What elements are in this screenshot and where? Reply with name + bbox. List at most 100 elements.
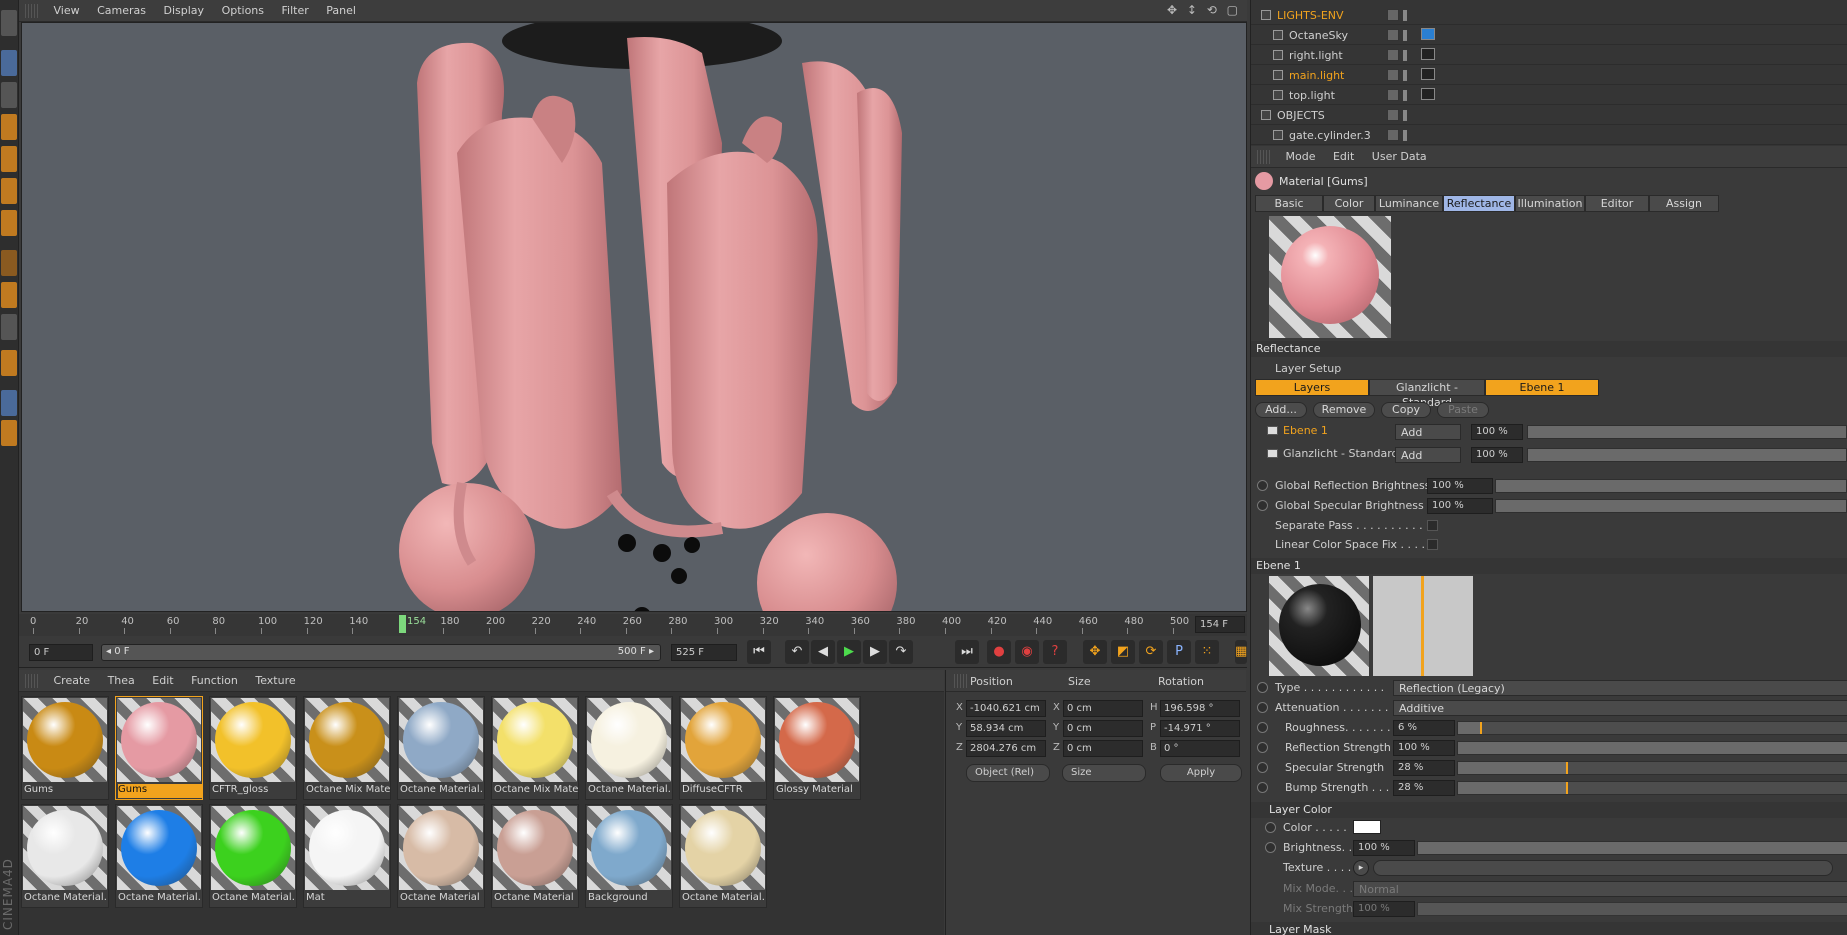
select-tool-icon[interactable]: [1, 50, 17, 76]
color-swatch[interactable]: [1353, 820, 1381, 834]
menu-mode[interactable]: Mode: [1279, 146, 1323, 168]
layer-mode-glanzlicht[interactable]: Add: [1395, 447, 1461, 463]
reflection-strength-field[interactable]: 100 %: [1393, 740, 1455, 756]
material-item[interactable]: CFTR_gloss: [209, 696, 297, 800]
size-x-field[interactable]: 0 cm: [1063, 700, 1143, 717]
menu-edit[interactable]: Edit: [1326, 146, 1361, 168]
visibility-dots-icon[interactable]: [1403, 30, 1407, 41]
light-tag-icon[interactable]: [1421, 68, 1435, 80]
magnet-icon[interactable]: [1, 350, 17, 376]
visibility-dots-icon[interactable]: [1403, 10, 1407, 21]
last-frame-button[interactable]: ⏭: [955, 640, 979, 664]
tab-basic[interactable]: Basic: [1255, 195, 1323, 212]
edges-mode-icon[interactable]: [1, 178, 17, 204]
rotate-key-icon[interactable]: ⟳: [1139, 640, 1163, 664]
help-button[interactable]: ?: [1043, 640, 1067, 664]
texture-mode-icon[interactable]: [1, 114, 17, 140]
rotation-b-field[interactable]: 0 °: [1160, 740, 1240, 757]
material-item[interactable]: Octane Material.: [21, 804, 109, 908]
layers-tab[interactable]: Layers: [1255, 379, 1369, 396]
scale-key-icon[interactable]: ◩: [1111, 640, 1135, 664]
layer-icon[interactable]: [1387, 49, 1399, 61]
axis-icon[interactable]: [1, 250, 17, 276]
size-y-field[interactable]: 0 cm: [1063, 720, 1143, 737]
mix-mode-dropdown[interactable]: Normal: [1353, 881, 1847, 897]
visibility-dots-icon[interactable]: [1403, 70, 1407, 81]
object-row[interactable]: top.light: [1251, 86, 1847, 105]
roughness-field[interactable]: 6 %: [1393, 720, 1455, 736]
layer-icon[interactable]: [1387, 29, 1399, 41]
anim-radio[interactable]: [1257, 500, 1268, 511]
material-item[interactable]: Octane Material.: [115, 804, 203, 908]
size-z-field[interactable]: 0 cm: [1063, 740, 1143, 757]
object-row[interactable]: OBJECTS: [1251, 106, 1847, 125]
material-item[interactable]: Octane Material.: [397, 696, 485, 800]
layer-value-ebene1[interactable]: 100 %: [1471, 424, 1523, 440]
position-y-field[interactable]: 58.934 cm: [966, 720, 1046, 737]
size-mode-dropdown[interactable]: Size: [1062, 764, 1146, 782]
play-button[interactable]: ▶: [837, 640, 861, 664]
coord-mode-dropdown[interactable]: Object (Rel): [966, 764, 1050, 782]
apply-button[interactable]: Apply: [1160, 764, 1242, 782]
layer-name-ebene1[interactable]: Ebene 1: [1283, 424, 1328, 437]
menu-create[interactable]: Create: [47, 670, 98, 692]
timeline-icon[interactable]: ▦: [1235, 640, 1247, 664]
mix-strength-slider[interactable]: [1417, 902, 1847, 916]
timeline-ruler[interactable]: 0 20 40 60 80 100 120 140 180 200 220 240 260 280 300 3…: [19, 614, 1247, 636]
next-frame-button[interactable]: ▶: [863, 640, 887, 664]
layer-mode-ebene1[interactable]: Add: [1395, 424, 1461, 440]
workplane-icon[interactable]: [1, 420, 17, 446]
brightness-field[interactable]: 100 %: [1353, 840, 1415, 856]
record-button[interactable]: ●: [987, 640, 1011, 664]
glanzlicht-tab[interactable]: Glanzlicht - Standard: [1369, 379, 1485, 409]
copy-layer-button[interactable]: Copy: [1381, 402, 1431, 418]
tab-luminance[interactable]: Luminance: [1375, 195, 1443, 212]
anim-radio[interactable]: [1265, 822, 1276, 833]
material-item[interactable]: Octane Material: [491, 804, 579, 908]
tab-reflectance[interactable]: Reflectance: [1443, 195, 1515, 212]
attenuation-dropdown[interactable]: Additive: [1393, 700, 1847, 716]
material-item[interactable]: Octane Material.: [209, 804, 297, 908]
light-tag-icon[interactable]: [1421, 88, 1435, 100]
object-row[interactable]: main.light: [1251, 66, 1847, 85]
menu-filter[interactable]: Filter: [275, 0, 316, 22]
menu-function[interactable]: Function: [184, 670, 245, 692]
3d-viewport[interactable]: [21, 22, 1247, 612]
layer-icon[interactable]: [1387, 9, 1399, 21]
material-item[interactable]: Glossy Material: [773, 696, 861, 800]
specular-strength-field[interactable]: 28 %: [1393, 760, 1455, 776]
material-item[interactable]: Mat: [303, 804, 391, 908]
first-frame-button[interactable]: ⏮: [747, 640, 771, 664]
layer-value-glanzlicht[interactable]: 100 %: [1471, 447, 1523, 463]
global-reflection-slider[interactable]: [1495, 479, 1847, 493]
specular-strength-slider[interactable]: [1457, 761, 1847, 775]
anim-radio[interactable]: [1257, 782, 1268, 793]
bump-strength-slider[interactable]: [1457, 781, 1847, 795]
menu-panel[interactable]: Panel: [319, 0, 363, 22]
material-item[interactable]: Octane Material: [397, 804, 485, 908]
menu-options[interactable]: Options: [215, 0, 271, 22]
brightness-slider[interactable]: [1417, 841, 1847, 855]
current-frame-field[interactable]: 154 F: [1195, 616, 1245, 633]
menu-edit[interactable]: Edit: [145, 670, 180, 692]
autokey-button[interactable]: ◉: [1015, 640, 1039, 664]
layer-slider-glanzlicht[interactable]: [1527, 448, 1847, 462]
bump-strength-field[interactable]: 28 %: [1393, 780, 1455, 796]
ebene1-tab[interactable]: Ebene 1: [1485, 379, 1599, 396]
layer-name-glanzlicht[interactable]: Glanzlicht - Standard: [1283, 447, 1399, 460]
tab-editor[interactable]: Editor: [1585, 195, 1649, 212]
eye-icon[interactable]: [1267, 426, 1278, 435]
polygons-mode-icon[interactable]: [1, 210, 17, 236]
tab-color[interactable]: Color: [1323, 195, 1375, 212]
snap-icon[interactable]: [1, 314, 17, 340]
move-key-icon[interactable]: ✥: [1083, 640, 1107, 664]
separate-pass-checkbox[interactable]: [1427, 520, 1438, 531]
menu-user-data[interactable]: User Data: [1365, 146, 1434, 168]
tab-illumination[interactable]: Illumination: [1515, 195, 1585, 212]
pla-key-icon[interactable]: ⁙: [1195, 640, 1219, 664]
menu-cameras[interactable]: Cameras: [90, 0, 153, 22]
object-row[interactable]: right.light: [1251, 46, 1847, 65]
material-item[interactable]: Octane Mix Mate: [303, 696, 391, 800]
material-item[interactable]: Gums: [21, 696, 109, 800]
prev-frame-button[interactable]: ◀: [811, 640, 835, 664]
